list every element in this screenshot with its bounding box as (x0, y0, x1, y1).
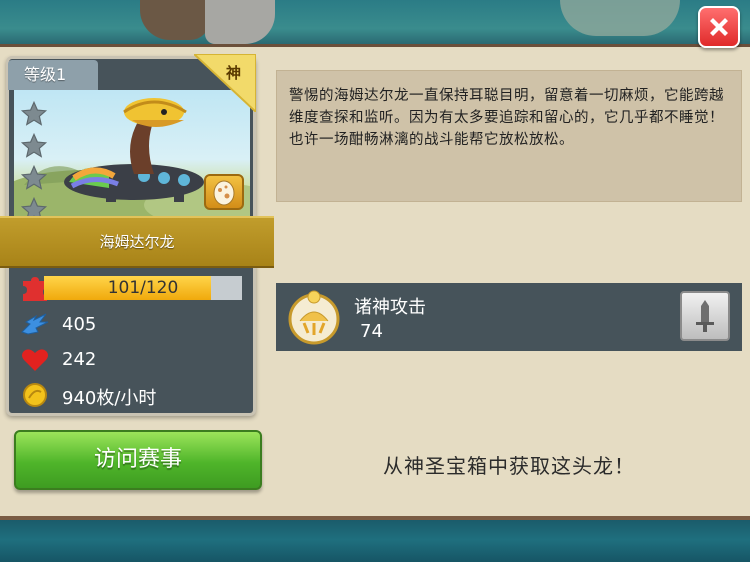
close-button[interactable] (698, 6, 740, 48)
stat-row-health: 242 (20, 345, 250, 375)
progress-bar: 101/120 (44, 276, 242, 300)
rarity-label: 神 (226, 64, 242, 82)
star-icon (20, 164, 48, 190)
background-scene-bottom (0, 518, 750, 562)
heart-icon (22, 349, 48, 371)
attack-value: 405 (62, 314, 97, 335)
egg-icon (213, 180, 235, 206)
stat-row-gold: 940枚/小时 (20, 380, 250, 410)
egg-button[interactable] (204, 174, 244, 210)
ability-name: 诸神攻击 (354, 297, 426, 318)
sword-icon (696, 300, 714, 332)
visit-event-button[interactable]: 访问赛事 (14, 430, 262, 490)
ability-value: 74 (360, 321, 383, 342)
star-icon (20, 100, 48, 126)
background-island (560, 0, 680, 36)
star-rating (20, 100, 50, 228)
gold-coin-icon (23, 383, 47, 407)
close-icon (710, 18, 728, 36)
dragon-name: 海姆达尔龙 (99, 233, 175, 251)
dragon-name-banner: 海姆达尔龙 (0, 216, 274, 268)
stat-row-attack: 405 (20, 310, 250, 340)
ability-row: 诸神攻击 74 (276, 283, 742, 351)
health-value: 242 (62, 349, 97, 370)
gold-rate: 940枚/小时 (62, 388, 157, 409)
progress-text: 101/120 (107, 278, 179, 298)
divine-attack-icon (288, 290, 340, 345)
star-icon (20, 132, 48, 158)
obtain-hint: 从神圣宝箱中获取这头龙！ (383, 454, 635, 478)
dragon-description: 警惕的海姆达尔龙一直保持耳聪目明，留意着一切麻烦，它能跨越维度查探和监听。因为有… (276, 70, 742, 202)
level-label: 等级1 (8, 60, 98, 90)
attack-icon (21, 313, 49, 335)
ability-info-button[interactable] (680, 291, 730, 341)
